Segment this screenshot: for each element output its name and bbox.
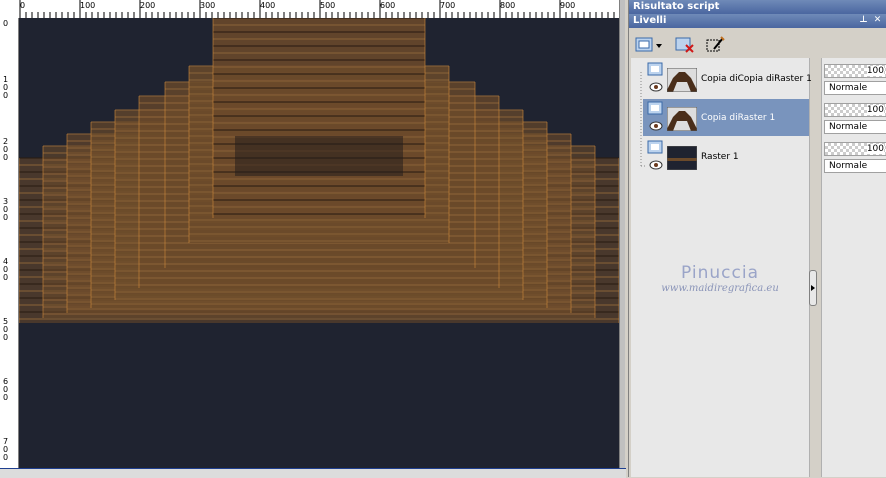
opacity-slider[interactable]: 100 [824, 142, 886, 156]
canvas-artwork [19, 18, 619, 468]
layer-name: Raster 1 [701, 152, 739, 162]
layer-properties-row: 100 Normale [822, 140, 886, 175]
ruler-tick-label: 0 [3, 19, 9, 28]
eye-icon[interactable] [649, 82, 663, 92]
ruler-tick-label: 100 [3, 75, 9, 100]
blend-mode-select[interactable]: Normale [824, 81, 886, 95]
watermark-name: Pinuccia [681, 263, 759, 283]
eye-icon[interactable] [649, 160, 663, 170]
layer-name: Copia diRaster 1 [701, 113, 776, 123]
side-panel: Risultato script Livelli ⊥ ✕ Copia diCop… [628, 0, 886, 477]
pyramid-shadow-band [235, 136, 403, 176]
layer-name: Copia diCopia diRaster 1 [701, 74, 812, 84]
opacity-value: 100 [866, 66, 884, 76]
watermark-url: www.maidiregrafica.eu [661, 283, 779, 294]
close-icon[interactable]: ✕ [872, 15, 883, 26]
pin-icon[interactable]: ⊥ [858, 15, 869, 26]
ruler-horizontal: 0 100 200 300 400 500 600 700 800 900 [0, 0, 620, 19]
ruler-tick-label: 500 [3, 317, 9, 342]
layer-list: Copia diCopia diRaster 1 Copia diRaster … [631, 58, 812, 477]
panel-splitter[interactable] [809, 270, 817, 306]
ruler-tick-label: 700 [3, 437, 9, 462]
new-layer-icon [635, 37, 662, 52]
script-output-title: Risultato script [633, 1, 720, 12]
raster-layer-icon [647, 62, 663, 76]
canvas-scroll-edge[interactable] [619, 0, 625, 470]
new-layer-button[interactable] [633, 34, 665, 56]
chevron-right-icon [811, 285, 815, 291]
layer-properties-row: 100 Normale [822, 62, 886, 97]
layer-row-selected[interactable]: Copia diRaster 1 [643, 99, 809, 136]
ruler-vertical: 0 100 200 300 400 500 600 700 [0, 18, 19, 468]
edit-selection-icon [706, 36, 725, 52]
ruler-tick-label: 600 [3, 377, 9, 402]
opacity-value: 100 [866, 105, 884, 115]
layers-title: Livelli [633, 15, 667, 26]
blend-mode-select[interactable]: Normale [824, 159, 886, 173]
opacity-slider[interactable]: 100 [824, 64, 886, 78]
delete-layer-button[interactable] [673, 34, 697, 56]
ruler-tick-label: 400 [3, 257, 9, 282]
ruler-tick-label: 300 [3, 197, 9, 222]
layer-thumbnail [667, 107, 697, 131]
raster-layer-icon [647, 140, 663, 154]
layer-properties: 100 Normale 100 Normale 100 Normale [821, 58, 886, 477]
watermark: Pinuccia www.maidiregrafica.eu [631, 263, 809, 294]
layer-row[interactable]: Copia diCopia diRaster 1 [643, 60, 812, 97]
layer-thumbnail [667, 146, 697, 170]
layers-titlebar[interactable]: Livelli ⊥ ✕ [629, 14, 886, 28]
delete-layer-icon [675, 37, 694, 53]
opacity-value: 100 [866, 144, 884, 154]
ruler-tick-label: 200 [3, 137, 9, 162]
layer-thumbnail [667, 68, 697, 92]
raster-layer-icon [647, 101, 663, 115]
ruler-ticks [19, 0, 615, 18]
image-canvas[interactable] [19, 18, 619, 468]
layers-toolbar [629, 30, 886, 58]
opacity-slider[interactable]: 100 [824, 103, 886, 117]
edit-selection-button[interactable] [703, 34, 727, 56]
layer-row[interactable]: Raster 1 [643, 138, 809, 175]
script-output-titlebar[interactable]: Risultato script [629, 0, 886, 14]
pyramid-step [212, 18, 426, 218]
layer-properties-row: 100 Normale [822, 101, 886, 136]
eye-icon[interactable] [649, 121, 663, 131]
blend-mode-select[interactable]: Normale [824, 120, 886, 134]
